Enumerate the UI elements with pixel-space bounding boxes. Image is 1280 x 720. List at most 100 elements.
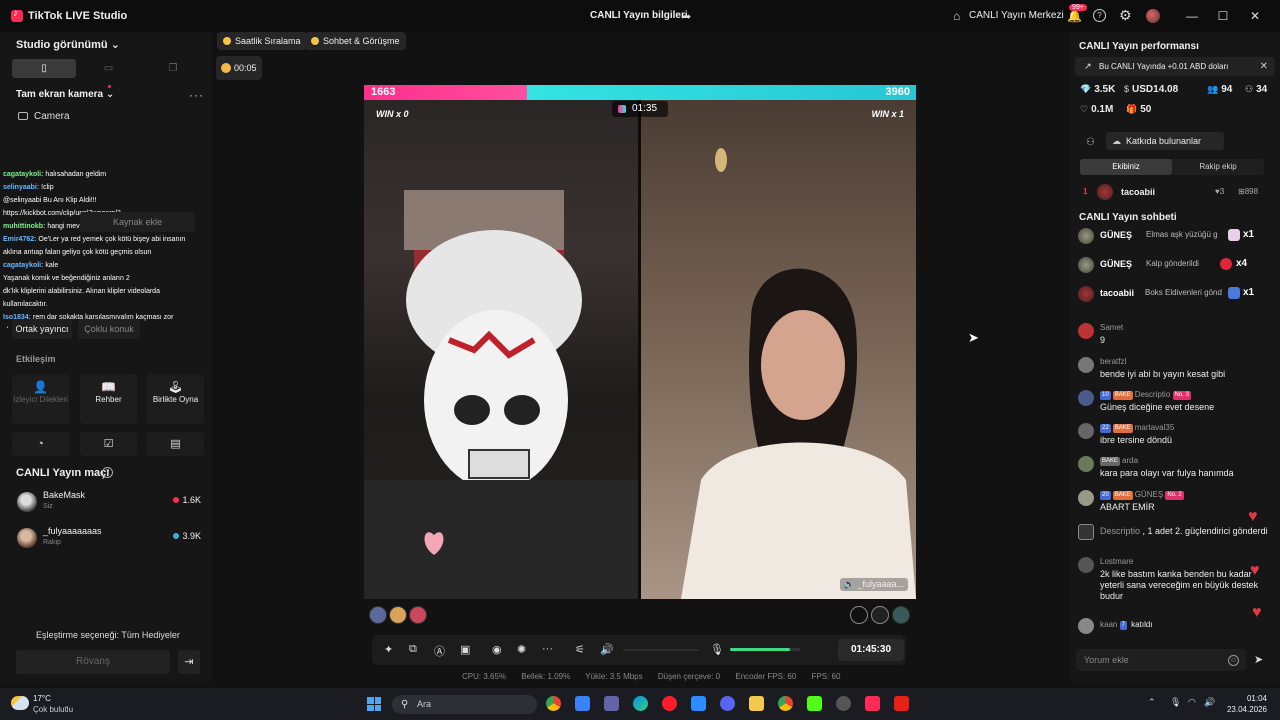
- edge-icon[interactable]: [633, 696, 648, 711]
- emoji-icon[interactable]: ☺: [1228, 655, 1239, 666]
- stream-clock: 01:45:30: [838, 639, 904, 661]
- chat-message[interactable]: kaan 7 katıldı: [1078, 618, 1274, 636]
- team-dot: [173, 497, 179, 503]
- home-icon[interactable]: ⌂: [953, 9, 960, 23]
- live-center-link[interactable]: CANLI Yayın Merkezi: [969, 10, 1064, 21]
- chevron-up-icon[interactable]: ⌃: [1148, 697, 1156, 708]
- record-icon[interactable]: ◉: [492, 643, 502, 656]
- chat-message[interactable]: Samet 9: [1078, 323, 1274, 349]
- camera-section-dropdown[interactable]: Tam ekran kamera ⌄: [16, 89, 114, 100]
- taskbar-date[interactable]: 23.04.2026: [1219, 705, 1267, 714]
- maximize-button[interactable]: ☐: [1213, 6, 1233, 26]
- weather-desc[interactable]: Çok bulutlu: [33, 705, 73, 714]
- magic-wand-icon[interactable]: ✦: [384, 643, 393, 656]
- store-icon[interactable]: [575, 696, 590, 711]
- share-icon[interactable]: ➦: [682, 10, 691, 23]
- discord-icon[interactable]: [720, 696, 735, 711]
- chat-message[interactable]: BAKE arda kara para olayı var fulya hanım…: [1078, 456, 1274, 482]
- add-user-icon[interactable]: ⚇: [1086, 137, 1095, 148]
- live-info-button[interactable]: CANLI Yayın bilgileri: [590, 10, 688, 21]
- kick-icon[interactable]: [807, 696, 822, 711]
- comment-input[interactable]: Yorum ekle: [1076, 649, 1246, 671]
- checklist-tile[interactable]: ☑: [80, 432, 137, 456]
- hourly-ranking-pill[interactable]: Saatlik Sıralama: [217, 32, 307, 50]
- viewer-requests-tile[interactable]: 👤 İzleyici Dilekleri: [12, 374, 69, 424]
- play-together-tile[interactable]: 🕹 Birlikte Oyna: [147, 374, 204, 424]
- tiktok-icon[interactable]: [865, 696, 880, 711]
- volume-icon[interactable]: 🔊: [1204, 697, 1215, 708]
- layout-portrait-tab[interactable]: ▯: [12, 59, 77, 78]
- tab-opponent-team[interactable]: Rakip ekip: [1172, 159, 1264, 175]
- chrome-icon[interactable]: [546, 696, 561, 711]
- youtube-icon[interactable]: [894, 696, 909, 711]
- chrome-icon[interactable]: [778, 696, 793, 711]
- avatar: [1078, 490, 1094, 506]
- archive-tile[interactable]: ▤: [147, 432, 204, 456]
- mail-icon[interactable]: [691, 696, 706, 711]
- speedometer-tile[interactable]: ◔: [12, 432, 69, 456]
- screen-share-icon[interactable]: ⧉: [409, 643, 417, 656]
- more-options-icon[interactable]: ···: [189, 88, 204, 102]
- add-source-button[interactable]: Kaynak ekle: [80, 212, 195, 232]
- gift-count: x4: [1236, 258, 1248, 269]
- weather-temp[interactable]: 17°C: [33, 694, 51, 703]
- help-icon[interactable]: ?: [1093, 9, 1106, 22]
- gear-icon[interactable]: ⚙: [1119, 7, 1132, 24]
- teams-icon[interactable]: [604, 696, 619, 711]
- layout-multi-tab[interactable]: ❐: [141, 59, 205, 78]
- bell-icon[interactable]: 🔔: [1067, 9, 1082, 23]
- dropped-frames-stat: Düşen çerçeve: 0: [657, 672, 721, 681]
- chat-meeting-pill[interactable]: Sohbet & Görüşme: [305, 32, 406, 50]
- top-gifters-right[interactable]: [850, 606, 912, 626]
- gift-text: Boks Eldivenleri gönd: [1145, 288, 1222, 297]
- guide-tile[interactable]: 📖 Rehber: [80, 374, 137, 424]
- co-host-button[interactable]: Ortak yayıncı: [12, 319, 72, 339]
- contributor-row[interactable]: 1 tacoabii ♥3 ⊞898: [1083, 184, 1268, 200]
- chat-message[interactable]: Lostmare 2k like bastım kanka benden bu …: [1078, 557, 1274, 605]
- floating-heart-icon: ♥: [1250, 562, 1260, 579]
- chat-message[interactable]: Descriptio , 1 adet 2. güçlendirici gönd…: [1078, 524, 1274, 550]
- close-icon[interactable]: ✕: [1260, 57, 1268, 76]
- microphone-icon[interactable]: 🎙: [1170, 697, 1181, 708]
- chat-message[interactable]: 22 BAKE martaval35 ibre tersine döndü: [1078, 423, 1274, 449]
- settings-icon[interactable]: ✺: [517, 643, 526, 656]
- settings-icon[interactable]: [836, 696, 851, 711]
- folder-icon[interactable]: [749, 696, 764, 711]
- multi-guest-button[interactable]: Çoklu konuk: [78, 319, 140, 339]
- microphone-icon[interactable]: 🎙: [710, 643, 724, 656]
- contributors-button[interactable]: Katkıda bulunanlar: [1106, 132, 1224, 150]
- wifi-icon[interactable]: ◠: [1188, 697, 1196, 708]
- chat-message[interactable]: 20 BAKE GÜNEŞ No. 2 ABART EMİR: [1078, 490, 1274, 516]
- ai-icon[interactable]: Ⓐ: [434, 643, 445, 659]
- help-icon[interactable]: ?: [102, 467, 113, 478]
- volume-slider[interactable]: [623, 649, 699, 651]
- rematch-button[interactable]: Rövanş: [16, 650, 170, 674]
- chat-username: Lostmare: [1100, 557, 1134, 566]
- more-icon[interactable]: ···: [542, 643, 553, 655]
- chat-overlay-preview: cagataykoli: halısahadan geldim selinyaab…: [0, 168, 212, 328]
- volume-icon[interactable]: 🔊: [600, 643, 614, 656]
- gift-event: tacoabii Boks Eldivenleri gönd x1: [1078, 286, 1273, 304]
- taskbar-time[interactable]: 01:04: [1219, 694, 1267, 703]
- exit-match-icon[interactable]: ⇥: [178, 650, 200, 674]
- layout-landscape-tab[interactable]: ▭: [76, 59, 140, 78]
- camera-source-item[interactable]: Camera: [18, 111, 70, 122]
- minimize-button[interactable]: —: [1182, 6, 1202, 26]
- close-button[interactable]: ✕: [1245, 6, 1265, 26]
- image-icon[interactable]: ▣: [460, 643, 470, 656]
- guest-camera-feed: 🔈 _fulyaaaa...: [641, 100, 916, 599]
- profile-avatar[interactable]: [1146, 9, 1160, 23]
- chat-message[interactable]: beratfzl bende iyi abi bı yayın kesat gi…: [1078, 357, 1274, 383]
- chat-message[interactable]: 10 BAKE Descriptio No. 3 Güneş diceğine ev…: [1078, 390, 1274, 416]
- windows-start-icon[interactable]: [367, 697, 381, 711]
- top-gifters-left[interactable]: [369, 606, 429, 626]
- live-timer[interactable]: 00:05: [216, 56, 262, 80]
- opera-icon[interactable]: [662, 696, 677, 711]
- send-icon[interactable]: ➤: [1254, 653, 1263, 666]
- sliders-icon[interactable]: ⚟: [575, 643, 585, 656]
- player-score: 3.9K: [182, 531, 201, 541]
- tab-your-team[interactable]: Ekibiniz: [1080, 159, 1172, 175]
- studio-view-dropdown[interactable]: Studio görünümü ⌄: [16, 38, 120, 51]
- taskbar-search[interactable]: Ara: [392, 695, 537, 714]
- mic-level-meter[interactable]: [730, 648, 800, 651]
